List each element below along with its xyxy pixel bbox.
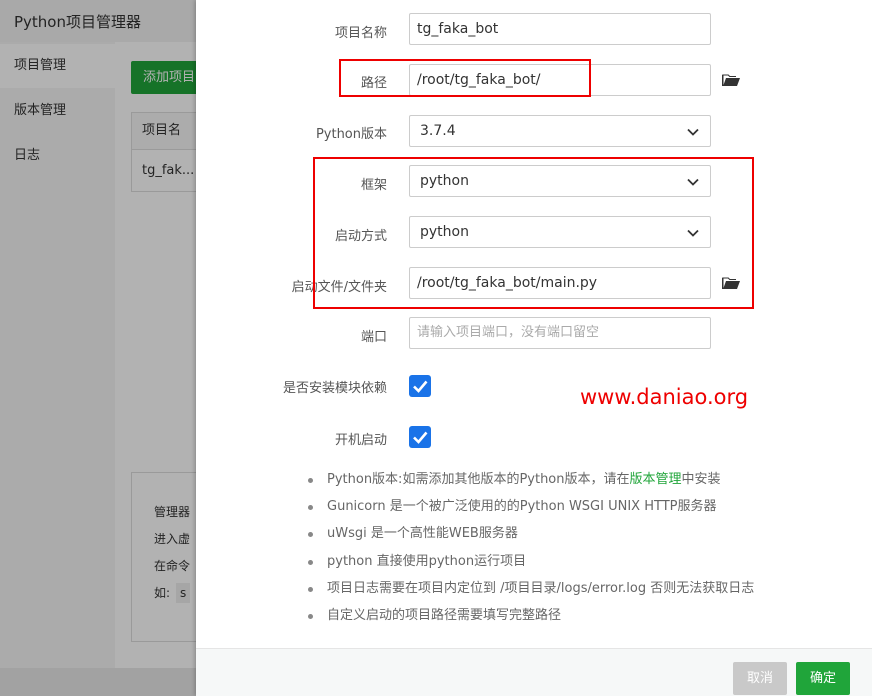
checkmark-icon	[413, 380, 428, 393]
list-item: 项目日志需要在项目内定位到 /项目目录/logs/error.log 否则无法获…	[306, 575, 754, 602]
folder-open-icon[interactable]	[722, 73, 740, 87]
confirm-button[interactable]: 确定	[796, 662, 850, 695]
list-item: uWsgi 是一个高性能WEB服务器	[306, 520, 754, 547]
install-deps-label: 是否安装模块依赖	[282, 381, 387, 396]
add-project-dialog: 项目名称 tg_faka_bot 路径 /root/tg_faka_bot/ P…	[196, 0, 872, 696]
list-item: python 直接使用python运行项目	[306, 548, 754, 575]
chevron-down-icon	[687, 128, 699, 136]
tips-list: Python版本:如需添加其他版本的Python版本，请在版本管理中安装 Gun…	[306, 466, 754, 629]
project-name-label: 项目名称	[334, 26, 387, 41]
install-deps-checkbox[interactable]	[409, 375, 431, 397]
tip-text: 中安装	[681, 472, 721, 487]
python-version-label: Python版本	[315, 127, 387, 142]
list-item: 自定义启动的项目路径需要填写完整路径	[306, 602, 754, 629]
list-item: Python版本:如需添加其他版本的Python版本，请在版本管理中安装	[306, 466, 754, 493]
cancel-button[interactable]: 取消	[733, 662, 787, 695]
port-label: 端口	[360, 330, 387, 345]
watermark-text: www.daniao.org	[580, 385, 749, 409]
autostart-label: 开机启动	[334, 433, 387, 448]
autostart-checkbox[interactable]	[409, 426, 431, 448]
version-management-link[interactable]: 版本管理	[630, 472, 682, 487]
checkmark-icon	[413, 431, 428, 444]
tip-text: Python版本:如需添加其他版本的Python版本，请在	[327, 472, 630, 487]
annotation-box-path	[339, 59, 591, 97]
python-version-select[interactable]: 3.7.4	[409, 115, 711, 147]
port-input[interactable]: 请输入项目端口，没有端口留空	[409, 317, 711, 349]
dialog-footer: 取消 确定	[196, 648, 872, 696]
annotation-box-startup	[313, 157, 754, 309]
list-item: Gunicorn 是一个被广泛使用的的Python WSGI UNIX HTTP…	[306, 493, 754, 520]
project-name-input[interactable]: tg_faka_bot	[409, 13, 711, 45]
python-version-value: 3.7.4	[420, 123, 456, 139]
